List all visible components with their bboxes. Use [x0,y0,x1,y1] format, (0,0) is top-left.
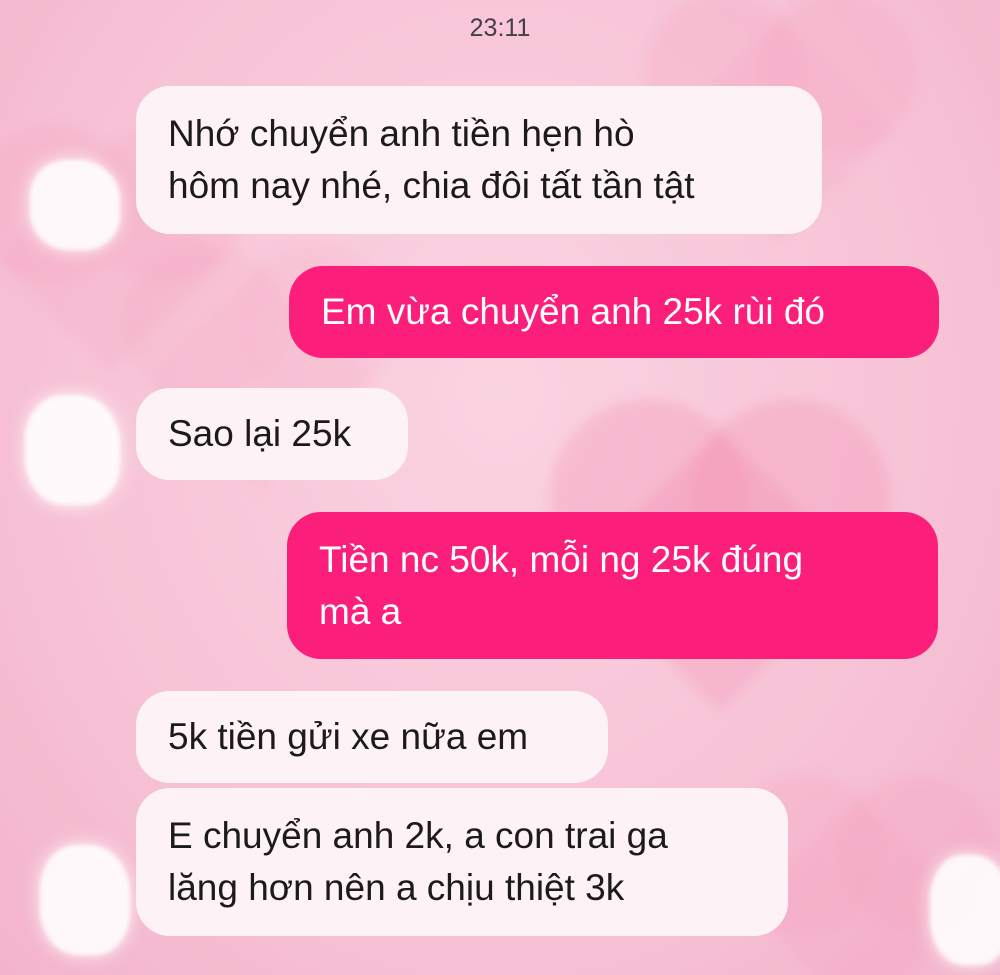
incoming-message-bubble[interactable]: Nhớ chuyển anh tiền hẹn hò hôm nay nhé, … [136,86,822,234]
cloud-decoration [40,845,130,955]
cloud-decoration [25,395,120,505]
message-text: 5k tiền gửi xe nữa em [168,716,529,757]
outgoing-message-bubble[interactable]: Em vừa chuyển anh 25k rùi đó [289,266,939,358]
incoming-message-bubble[interactable]: E chuyển anh 2k, a con trai ga lăng hơn … [136,788,788,936]
message-text: Nhớ chuyển anh tiền hẹn hò [168,113,635,154]
outgoing-message-bubble[interactable]: Tiền nc 50k, mỗi ng 25k đúng mà a [287,512,938,659]
message-text: mà a [319,591,402,632]
message-text: lăng hơn nên a chịu thiệt 3k [168,867,625,908]
message-timestamp: 23:11 [469,14,531,42]
message-text: Tiền nc 50k, mỗi ng 25k đúng [319,539,804,580]
incoming-message-bubble[interactable]: Sao lại 25k [136,388,408,480]
message-text: hôm nay nhé, chia đôi tất tần tật [168,165,695,206]
message-text: Em vừa chuyển anh 25k rùi đó [321,291,825,332]
message-text: E chuyển anh 2k, a con trai ga [168,815,668,856]
cloud-decoration [930,855,1000,965]
cloud-decoration [30,160,120,250]
message-text: Sao lại 25k [168,413,352,454]
incoming-message-bubble[interactable]: 5k tiền gửi xe nữa em [136,691,608,783]
